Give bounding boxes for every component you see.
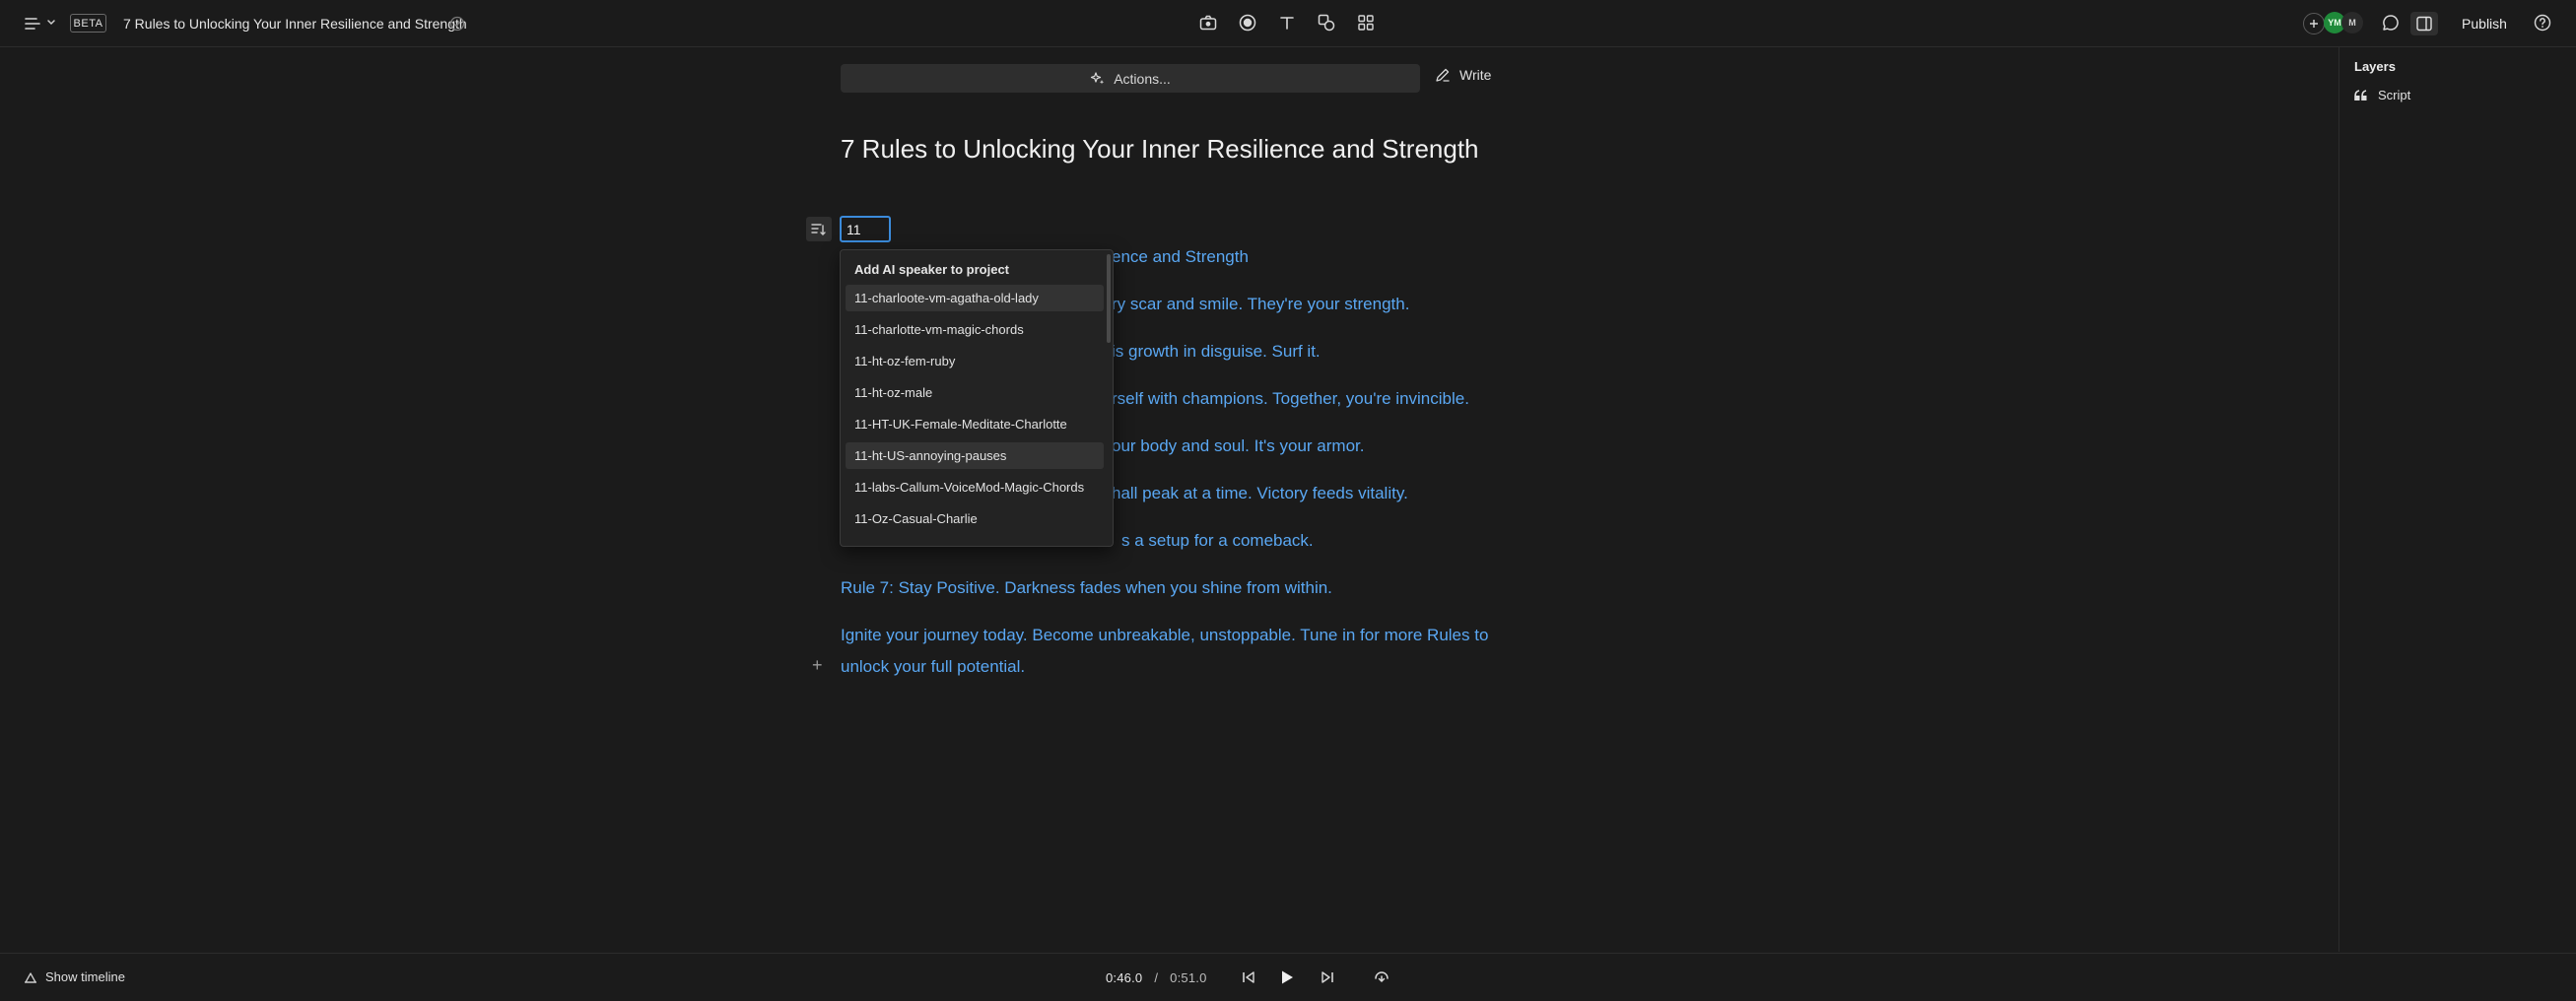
script-line[interactable]: Rule 7: Stay Positive. Darkness fades wh… <box>841 578 1332 598</box>
menu-icon[interactable] <box>24 15 41 33</box>
script-line[interactable]: ry scar and smile. They're your strength… <box>1112 295 1409 314</box>
record-icon[interactable] <box>1238 13 1257 33</box>
script-line[interactable]: is growth in disguise. Surf it. <box>1112 342 1321 362</box>
script-line[interactable]: s a setup for a comeback. <box>1121 531 1314 551</box>
speaker-option[interactable]: 11-HT-UK-Female-Meditate-Charlotte <box>846 411 1104 437</box>
avatar[interactable]: M <box>2341 12 2363 33</box>
help-icon[interactable] <box>2533 13 2552 33</box>
speaker-option[interactable]: 11-ht-US-annoying-pauses <box>846 442 1104 469</box>
speaker-dropdown: Add AI speaker to project 11-charloote-v… <box>840 249 1114 547</box>
paragraph-icon[interactable] <box>806 217 832 241</box>
beta-badge: BETA <box>70 14 106 33</box>
skip-back-icon[interactable] <box>1240 968 1257 986</box>
pen-icon <box>1435 67 1451 83</box>
skip-forward-icon[interactable] <box>1319 968 1336 986</box>
write-button[interactable]: Write <box>1435 67 1491 83</box>
bottom-bar: Show timeline 0:46.0 / 0:51.0 <box>0 953 2576 1001</box>
show-timeline-button[interactable]: Show timeline <box>24 969 125 984</box>
page-title[interactable]: 7 Rules to Unlocking Your Inner Resilien… <box>841 134 1479 165</box>
loop-icon[interactable] <box>1372 968 1391 987</box>
time-separator: / <box>1154 970 1159 985</box>
sparkle-icon <box>1090 71 1106 87</box>
layer-item-script[interactable]: Script <box>2354 88 2410 102</box>
publish-button[interactable]: Publish <box>2457 12 2512 35</box>
layer-label: Script <box>2378 88 2411 102</box>
text-icon[interactable] <box>1277 13 1297 33</box>
speaker-option[interactable]: 11-ht-oz-male <box>846 379 1104 406</box>
add-block-icon[interactable]: + <box>812 656 823 674</box>
playback-time: 0:46.0 / 0:51.0 <box>1106 970 1207 985</box>
show-timeline-label: Show timeline <box>45 969 125 984</box>
actions-label: Actions... <box>1114 70 1171 87</box>
add-icon[interactable] <box>2303 13 2325 34</box>
grid-icon[interactable] <box>1356 13 1376 33</box>
play-icon[interactable] <box>1277 968 1297 987</box>
speaker-option[interactable]: 11-charloote-vm-agatha-old-lady <box>846 285 1104 311</box>
top-bar: BETA 7 Rules to Unlocking Your Inner Res… <box>0 0 2576 47</box>
total-time: 0:51.0 <box>1170 970 1207 985</box>
script-line[interactable]: ence and Strength <box>1112 247 1249 267</box>
quote-icon <box>2354 89 2368 101</box>
speaker-option[interactable]: 11-charlotte-vm-magic-chords <box>846 316 1104 343</box>
speaker-option[interactable]: 11-labs-Callum-VoiceMod-Magic-Chords <box>846 474 1104 500</box>
layers-title: Layers <box>2354 59 2396 74</box>
script-line[interactable]: rself with champions. Together, you're i… <box>1112 389 1469 409</box>
sidebar-toggle-icon[interactable] <box>2410 12 2438 35</box>
chevron-down-icon[interactable] <box>45 17 57 29</box>
timeline-icon <box>24 970 37 984</box>
dropdown-header: Add AI speaker to project <box>854 262 1009 277</box>
script-line[interactable]: Ignite your journey today. Become unbrea… <box>841 626 1488 645</box>
speaker-option[interactable]: 11-Oz-Casual-Charlie <box>846 505 1104 532</box>
speaker-option[interactable]: 11-ht-oz-fem-ruby <box>846 348 1104 374</box>
current-time: 0:46.0 <box>1106 970 1143 985</box>
comment-icon[interactable] <box>2381 13 2401 33</box>
speaker-search-input[interactable] <box>840 216 891 242</box>
layers-panel: Layers Script <box>2339 47 2576 952</box>
actions-button[interactable]: Actions... <box>841 64 1420 93</box>
shapes-icon[interactable] <box>1317 13 1336 33</box>
check-circle-icon <box>448 15 466 33</box>
dropdown-scrollbar[interactable] <box>1107 254 1111 343</box>
script-line[interactable]: unlock your full potential. <box>841 657 1025 677</box>
script-line[interactable]: our body and soul. It's your armor. <box>1112 436 1365 456</box>
document-title[interactable]: 7 Rules to Unlocking Your Inner Resilien… <box>123 16 467 32</box>
script-line[interactable]: hall peak at a time. Victory feeds vital… <box>1112 484 1408 503</box>
camera-icon[interactable] <box>1198 13 1218 33</box>
write-label: Write <box>1459 67 1492 83</box>
